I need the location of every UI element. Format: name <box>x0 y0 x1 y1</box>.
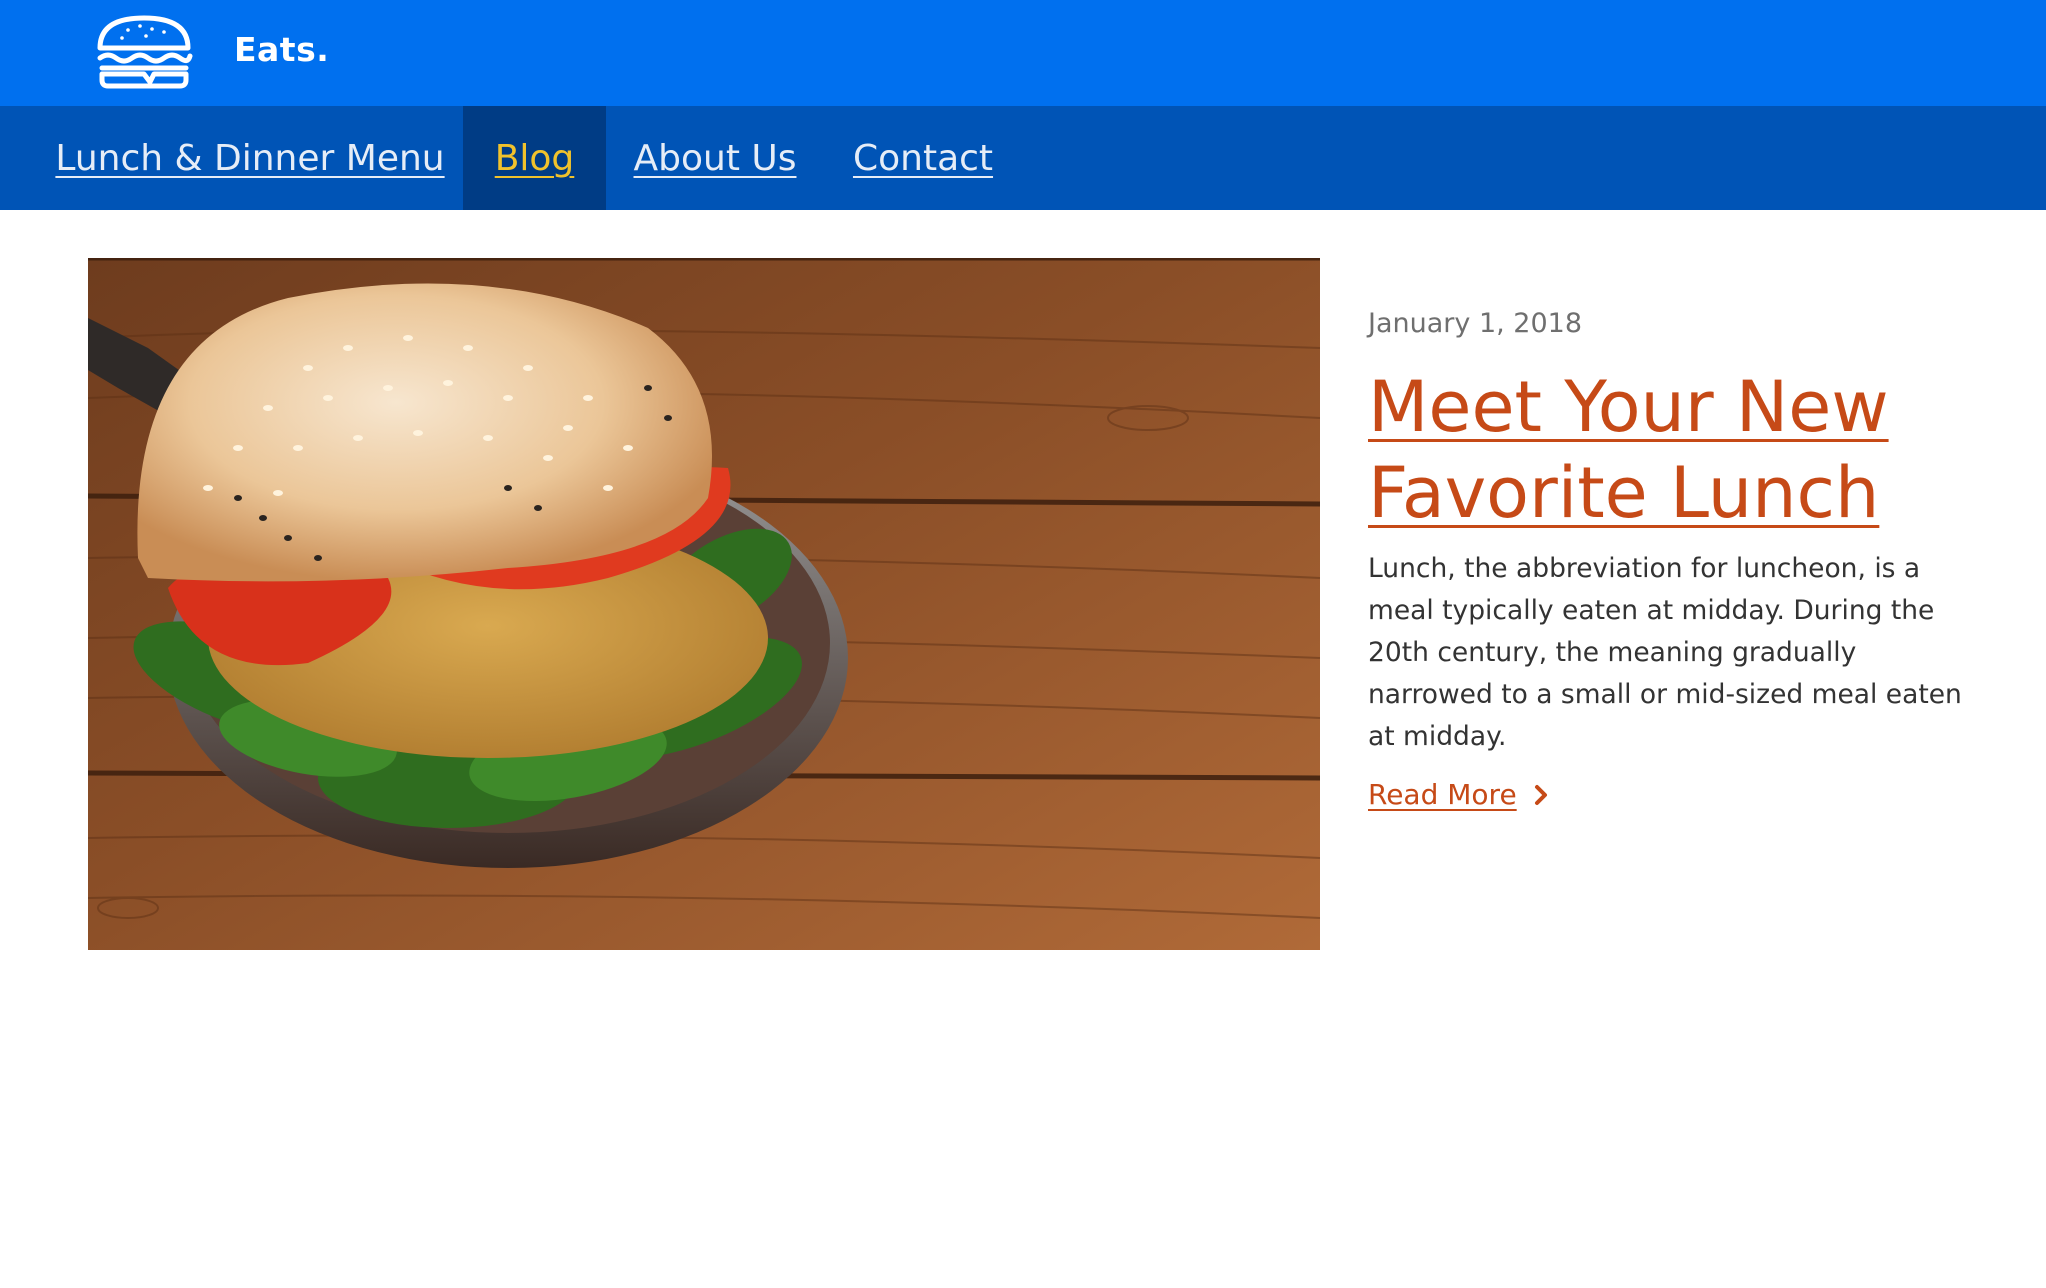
nav-item-blog[interactable]: Blog <box>463 106 606 210</box>
nav-item-contact[interactable]: Contact <box>824 106 1022 210</box>
brand-name[interactable]: Eats. <box>234 30 329 69</box>
site-header: Eats. <box>0 0 2046 106</box>
read-more-link[interactable]: Read More <box>1368 778 1551 811</box>
main-nav: Lunch & Dinner Menu Blog About Us Contac… <box>0 106 2046 210</box>
post-title-link[interactable]: Meet Your New Favorite Lunch <box>1368 364 1988 536</box>
nav-item-about-us[interactable]: About Us <box>606 106 824 210</box>
post-date: January 1, 2018 <box>1368 308 1582 339</box>
chevron-right-icon <box>1534 784 1547 805</box>
post-image[interactable] <box>88 258 1320 950</box>
post-excerpt: Lunch, the abbreviation for luncheon, is… <box>1368 553 1962 752</box>
nav-item-lunch-dinner-menu[interactable]: Lunch & Dinner Menu <box>36 106 464 210</box>
read-more-label: Read More <box>1368 778 1517 811</box>
burger-icon[interactable] <box>94 14 194 90</box>
